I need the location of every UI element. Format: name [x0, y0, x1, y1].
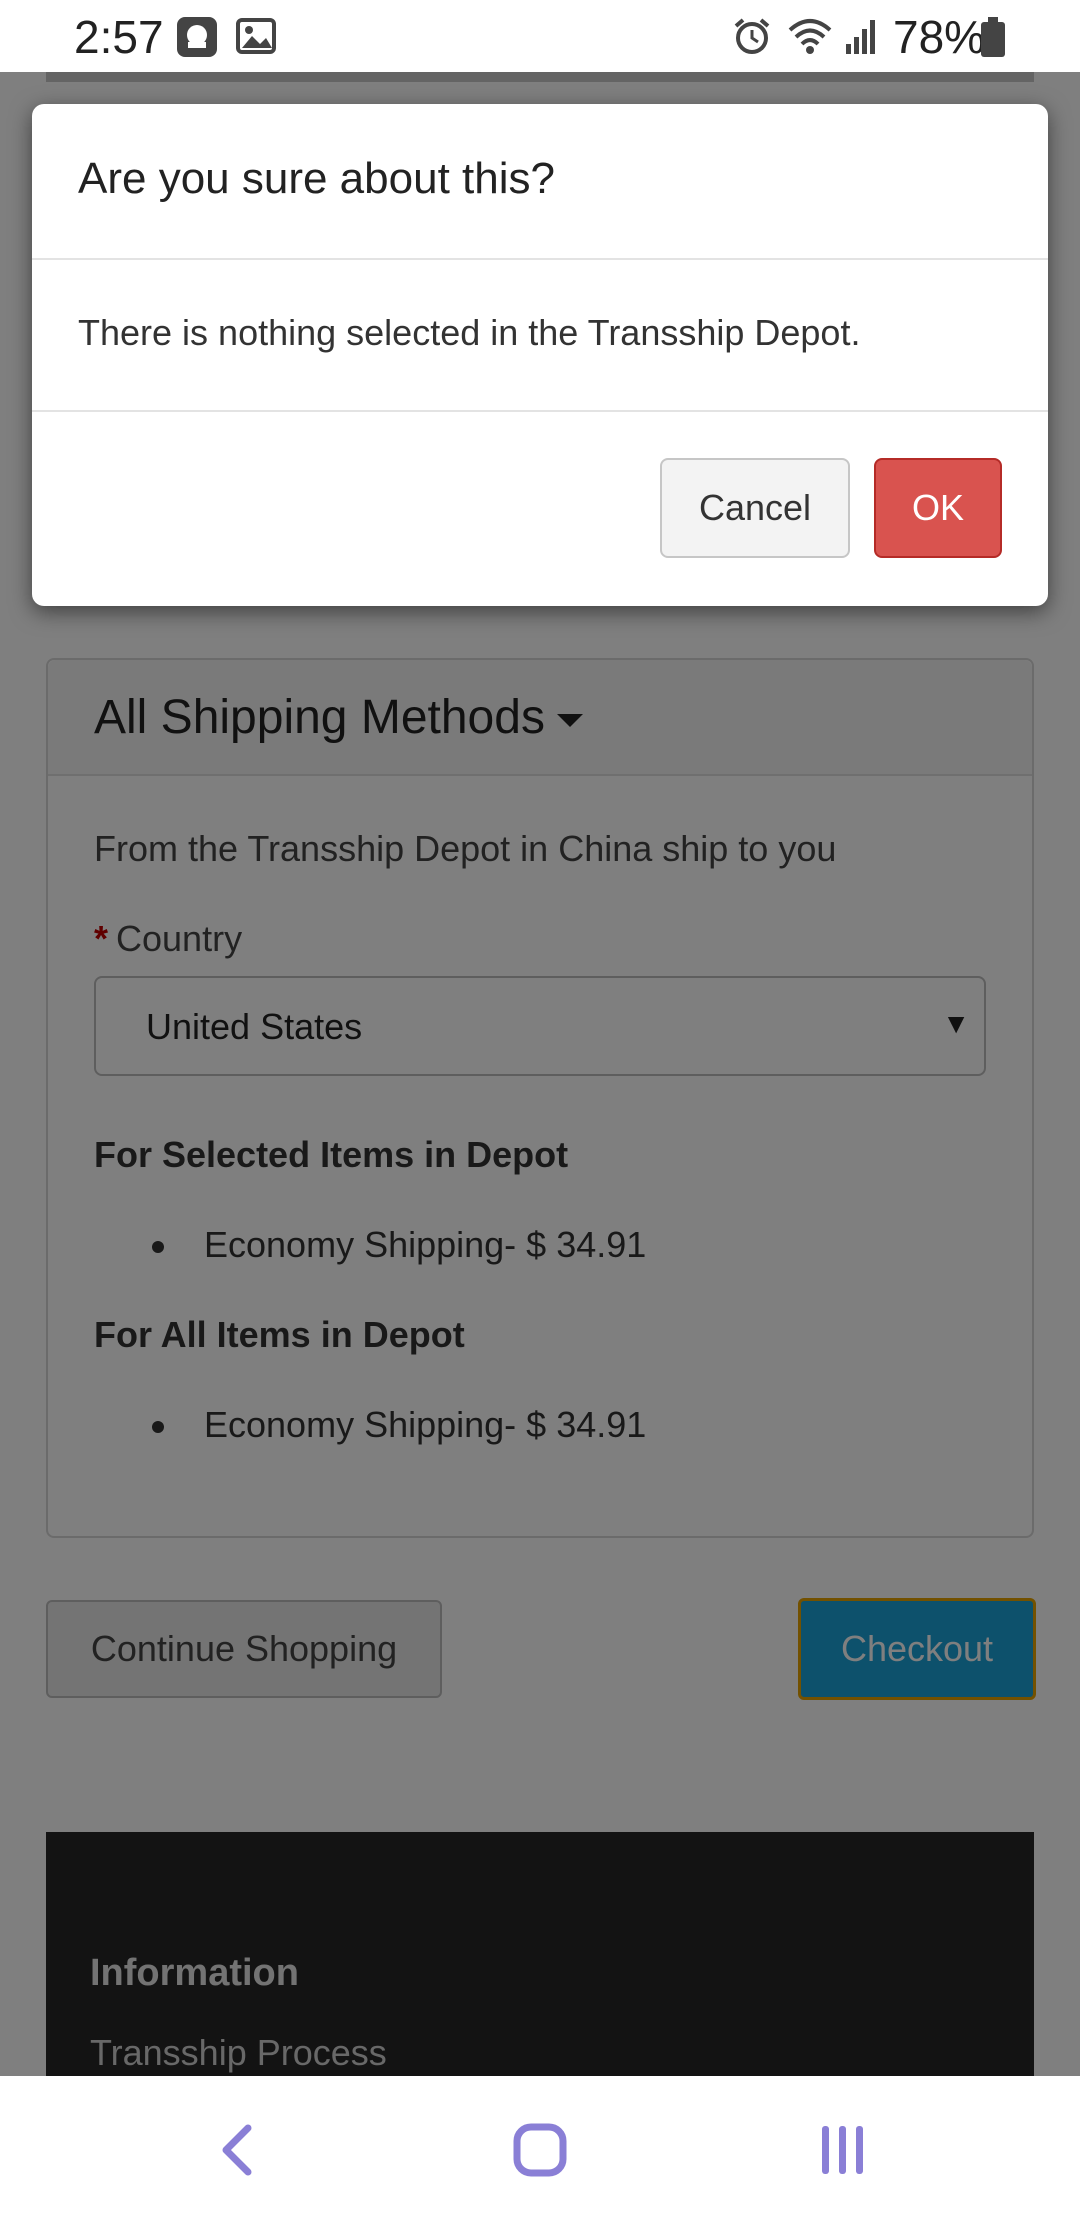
dialog-title: Are you sure about this? — [78, 154, 555, 203]
confirm-dialog: Are you sure about this? There is nothin… — [32, 104, 1048, 606]
back-icon[interactable] — [216, 2122, 256, 2183]
battery-percent: 78% — [893, 11, 986, 63]
signal-icon — [844, 16, 880, 61]
home-icon[interactable] — [512, 2122, 568, 2183]
dialog-body: There is nothing selected in the Transsh… — [32, 260, 1048, 412]
dialog-header: Are you sure about this? — [32, 104, 1048, 260]
gallery-icon — [236, 16, 276, 61]
chat-bubble-icon — [176, 16, 218, 63]
dialog-message: There is nothing selected in the Transsh… — [78, 312, 861, 353]
cancel-button[interactable]: Cancel — [660, 458, 850, 558]
alarm-icon — [732, 16, 772, 61]
ok-button[interactable]: OK — [874, 458, 1002, 558]
status-time: 2:57 — [74, 11, 164, 63]
battery-icon — [980, 16, 1006, 63]
navigation-bar — [0, 2076, 1080, 2220]
recent-apps-icon[interactable] — [818, 2122, 868, 2183]
wifi-icon — [786, 16, 834, 61]
status-bar: 2:57 78% — [0, 0, 1080, 72]
